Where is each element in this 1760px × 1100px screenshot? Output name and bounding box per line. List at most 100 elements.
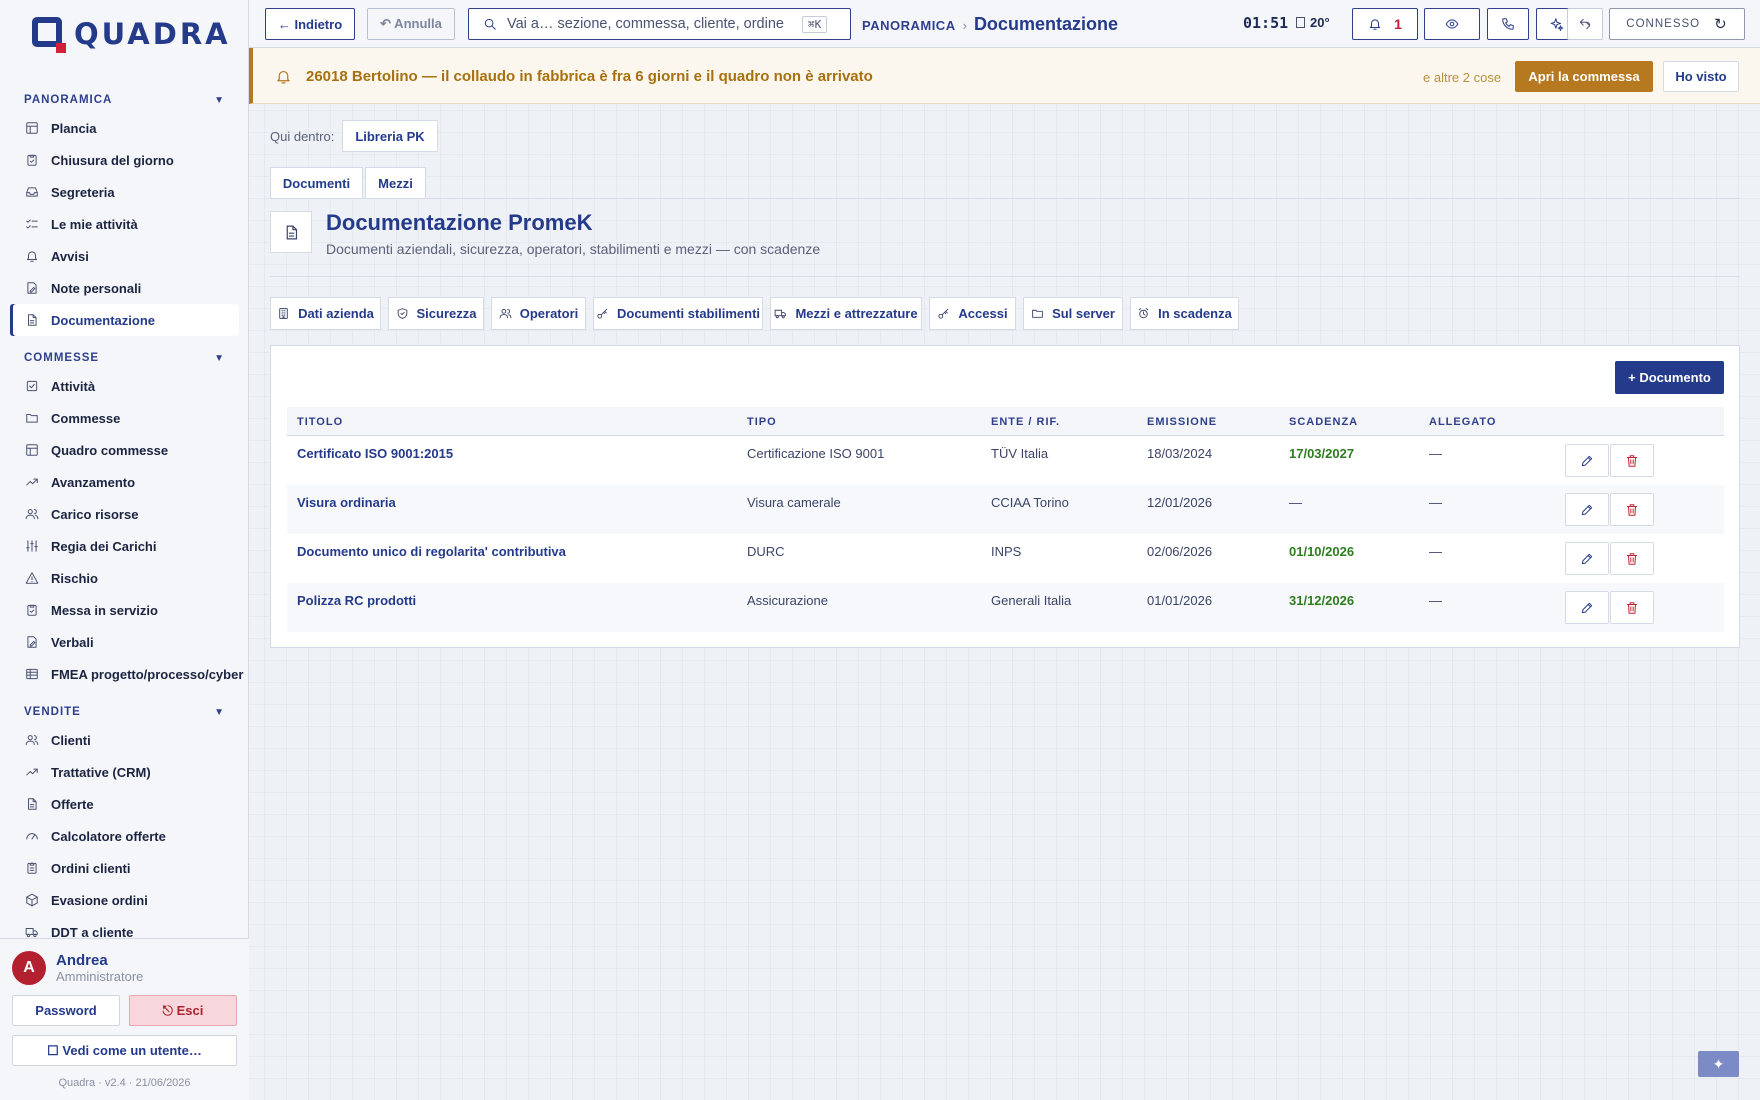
edit-button[interactable] <box>1565 493 1609 526</box>
category-tab-label: Sul server <box>1052 306 1115 321</box>
breadcrumb: PANORAMICA › Documentazione <box>862 14 1118 35</box>
tab-accessi[interactable]: Accessi <box>929 297 1016 330</box>
search-input[interactable] <box>507 16 802 32</box>
alert-text[interactable]: 26018 Bertolino — il collaudo in fabbric… <box>306 68 873 85</box>
tab-operatori[interactable]: Operatori <box>491 297 586 330</box>
nav-group-header[interactable]: VENDITE ▼ <box>0 690 249 724</box>
cell-title[interactable]: Visura ordinaria <box>297 495 396 510</box>
sidebar-item-verbali[interactable]: Verbali <box>10 626 239 658</box>
switch-button[interactable] <box>1567 8 1603 40</box>
password-button[interactable]: Password <box>12 995 120 1026</box>
sidebar-item-calcolatore-offerte[interactable]: Calcolatore offerte <box>10 820 239 852</box>
sidebar-item-label: Trattative (CRM) <box>51 764 151 780</box>
sidebar-item-fmea-progetto-processo-cyber[interactable]: FMEA progetto/processo/cyber <box>10 658 243 690</box>
sidebar-item-regia-dei-carichi[interactable]: Regia dei Carichi <box>10 530 239 562</box>
table-row[interactable]: Visura ordinaria Visura camerale CCIAA Tor… <box>287 485 1724 534</box>
edit-button[interactable] <box>1565 591 1609 624</box>
clock: 01:51 <box>1243 14 1289 32</box>
cell-title[interactable]: Polizza RC prodotti <box>297 593 416 608</box>
delete-button[interactable] <box>1610 493 1654 526</box>
edit-button[interactable] <box>1565 444 1609 477</box>
sidebar-item-avanzamento[interactable]: Avanzamento <box>10 466 239 498</box>
tab-mezzi[interactable]: Mezzi <box>365 167 426 199</box>
cell-issued: 12/01/2026 <box>1147 495 1213 510</box>
sidebar-item-plancia[interactable]: Plancia <box>10 112 239 144</box>
column-header-allegato[interactable]: ALLEGATO <box>1429 416 1496 428</box>
sidebar-item-rischio[interactable]: Rischio <box>10 562 239 594</box>
context-chip[interactable]: Libreria PK <box>342 120 438 152</box>
app-version: Quadra · v2.4 · 21/06/2026 <box>58 1077 191 1089</box>
open-job-button[interactable]: Apri la commessa <box>1515 61 1653 92</box>
floating-assistant-button[interactable]: ✦ <box>1698 1051 1739 1077</box>
delete-button[interactable] <box>1610 542 1654 575</box>
caret-down-icon: ▼ <box>214 352 225 364</box>
clipboard-icon <box>25 861 39 875</box>
sidebar-item-commesse[interactable]: Commesse <box>10 402 239 434</box>
sidebar-item-segreteria[interactable]: Segreteria <box>10 176 239 208</box>
sidebar-item-trattative-crm[interactable]: Trattative (CRM) <box>10 756 239 788</box>
sidebar-item-label: Chiusura del giorno <box>51 152 174 168</box>
tab-dati-azienda[interactable]: Dati azienda <box>270 297 381 330</box>
sidebar-item-quadro-commesse[interactable]: Quadro commesse <box>10 434 239 466</box>
add-document-button[interactable]: + Documento <box>1615 361 1724 394</box>
back-button[interactable]: ← Indietro <box>265 8 355 40</box>
package-icon <box>25 893 39 907</box>
nav-group-header[interactable]: PANORAMICA ▼ <box>0 78 249 112</box>
table-row[interactable]: Polizza RC prodotti Assicurazione Generali… <box>287 583 1724 632</box>
table-row[interactable]: Certificato ISO 9001:2015 Certificazione … <box>287 436 1724 485</box>
nav-group-header[interactable]: COMMESSE ▼ <box>0 336 249 370</box>
sidebar-item-offerte[interactable]: Offerte <box>10 788 239 820</box>
preview-button[interactable] <box>1424 8 1480 40</box>
cell-due: 31/12/2026 <box>1289 593 1355 608</box>
sidebar-item-clienti[interactable]: Clienti <box>10 724 239 756</box>
sidebar-item-label: Clienti <box>51 732 91 748</box>
global-search[interactable]: ⌘K <box>468 8 851 40</box>
tab-documenti[interactable]: Documenti <box>270 167 363 199</box>
table-row[interactable]: Documento unico di regolarita' contribut… <box>287 534 1724 583</box>
alert-more-link[interactable]: e altre 2 cose <box>1423 70 1501 85</box>
quadra-logo[interactable]: QUADRA <box>30 12 231 56</box>
column-header-ente-rif[interactable]: ENTE / RIF. <box>991 416 1060 428</box>
cell-title[interactable]: Documento unico di regolarita' contribut… <box>297 544 566 559</box>
cell-title[interactable]: Certificato ISO 9001:2015 <box>297 446 453 461</box>
page-icon <box>270 211 312 253</box>
sidebar-item-note-personali[interactable]: Note personali <box>10 272 239 304</box>
sidebar-item-documentazione[interactable]: Documentazione <box>10 304 239 336</box>
view-as-user-button[interactable]: ☐ Vedi come un utente… <box>12 1035 237 1066</box>
dismiss-alert-button[interactable]: Ho visto <box>1663 61 1739 92</box>
column-header-scadenza[interactable]: SCADENZA <box>1289 416 1358 428</box>
sidebar-item-ordini-clienti[interactable]: Ordini clienti <box>10 852 239 884</box>
sidebar-item-ddt-a-cliente[interactable]: DDT a cliente <box>10 916 239 938</box>
sidebar-item-messa-in-servizio[interactable]: Messa in servizio <box>10 594 239 626</box>
tab-documenti-stabilimenti[interactable]: Documenti stabilimenti <box>593 297 763 330</box>
column-header-tipo[interactable]: TIPO <box>747 416 777 428</box>
sidebar-item-chiusura-del-giorno[interactable]: Chiusura del giorno <box>10 144 239 176</box>
delete-button[interactable] <box>1610 444 1654 477</box>
cell-attachment: — <box>1429 593 1442 608</box>
note-icon <box>25 281 39 295</box>
sidebar-item-label: DDT a cliente <box>51 924 134 939</box>
undo-button[interactable]: ↶ Annulla <box>367 8 455 40</box>
sidebar-item-carico-risorse[interactable]: Carico risorse <box>10 498 239 530</box>
sidebar-item-le-mie-attivita[interactable]: Le mie attività <box>10 208 239 240</box>
cell-due: 01/10/2026 <box>1289 544 1355 559</box>
tab-sul-server[interactable]: Sul server <box>1023 297 1123 330</box>
column-header-emissione[interactable]: EMISSIONE <box>1147 416 1217 428</box>
sidebar-item-attivita[interactable]: Attività <box>10 370 239 402</box>
notifications-button[interactable]: 1 <box>1352 8 1418 40</box>
logout-button[interactable]: ⎋ Esci <box>129 995 237 1026</box>
tab-sicurezza[interactable]: Sicurezza <box>388 297 484 330</box>
edit-button[interactable] <box>1565 542 1609 575</box>
sidebar-item-evasione-ordini[interactable]: Evasione ordini <box>10 884 239 916</box>
connection-status-button[interactable]: CONNESSO ↻ <box>1609 8 1745 40</box>
breadcrumb-parent[interactable]: PANORAMICA <box>862 18 956 33</box>
phone-button[interactable] <box>1487 8 1529 40</box>
delete-button[interactable] <box>1610 591 1654 624</box>
tab-mezzi-e-attrezzature[interactable]: Mezzi e attrezzature <box>770 297 922 330</box>
sidebar-item-avvisi[interactable]: Avvisi <box>10 240 239 272</box>
sidebar-item-label: Segreteria <box>51 184 115 200</box>
avatar[interactable]: A <box>12 951 46 985</box>
column-header-titolo[interactable]: TITOLO <box>297 416 343 428</box>
tab-in-scadenza[interactable]: In scadenza <box>1130 297 1239 330</box>
page-title: Documentazione PromeK <box>326 210 593 235</box>
